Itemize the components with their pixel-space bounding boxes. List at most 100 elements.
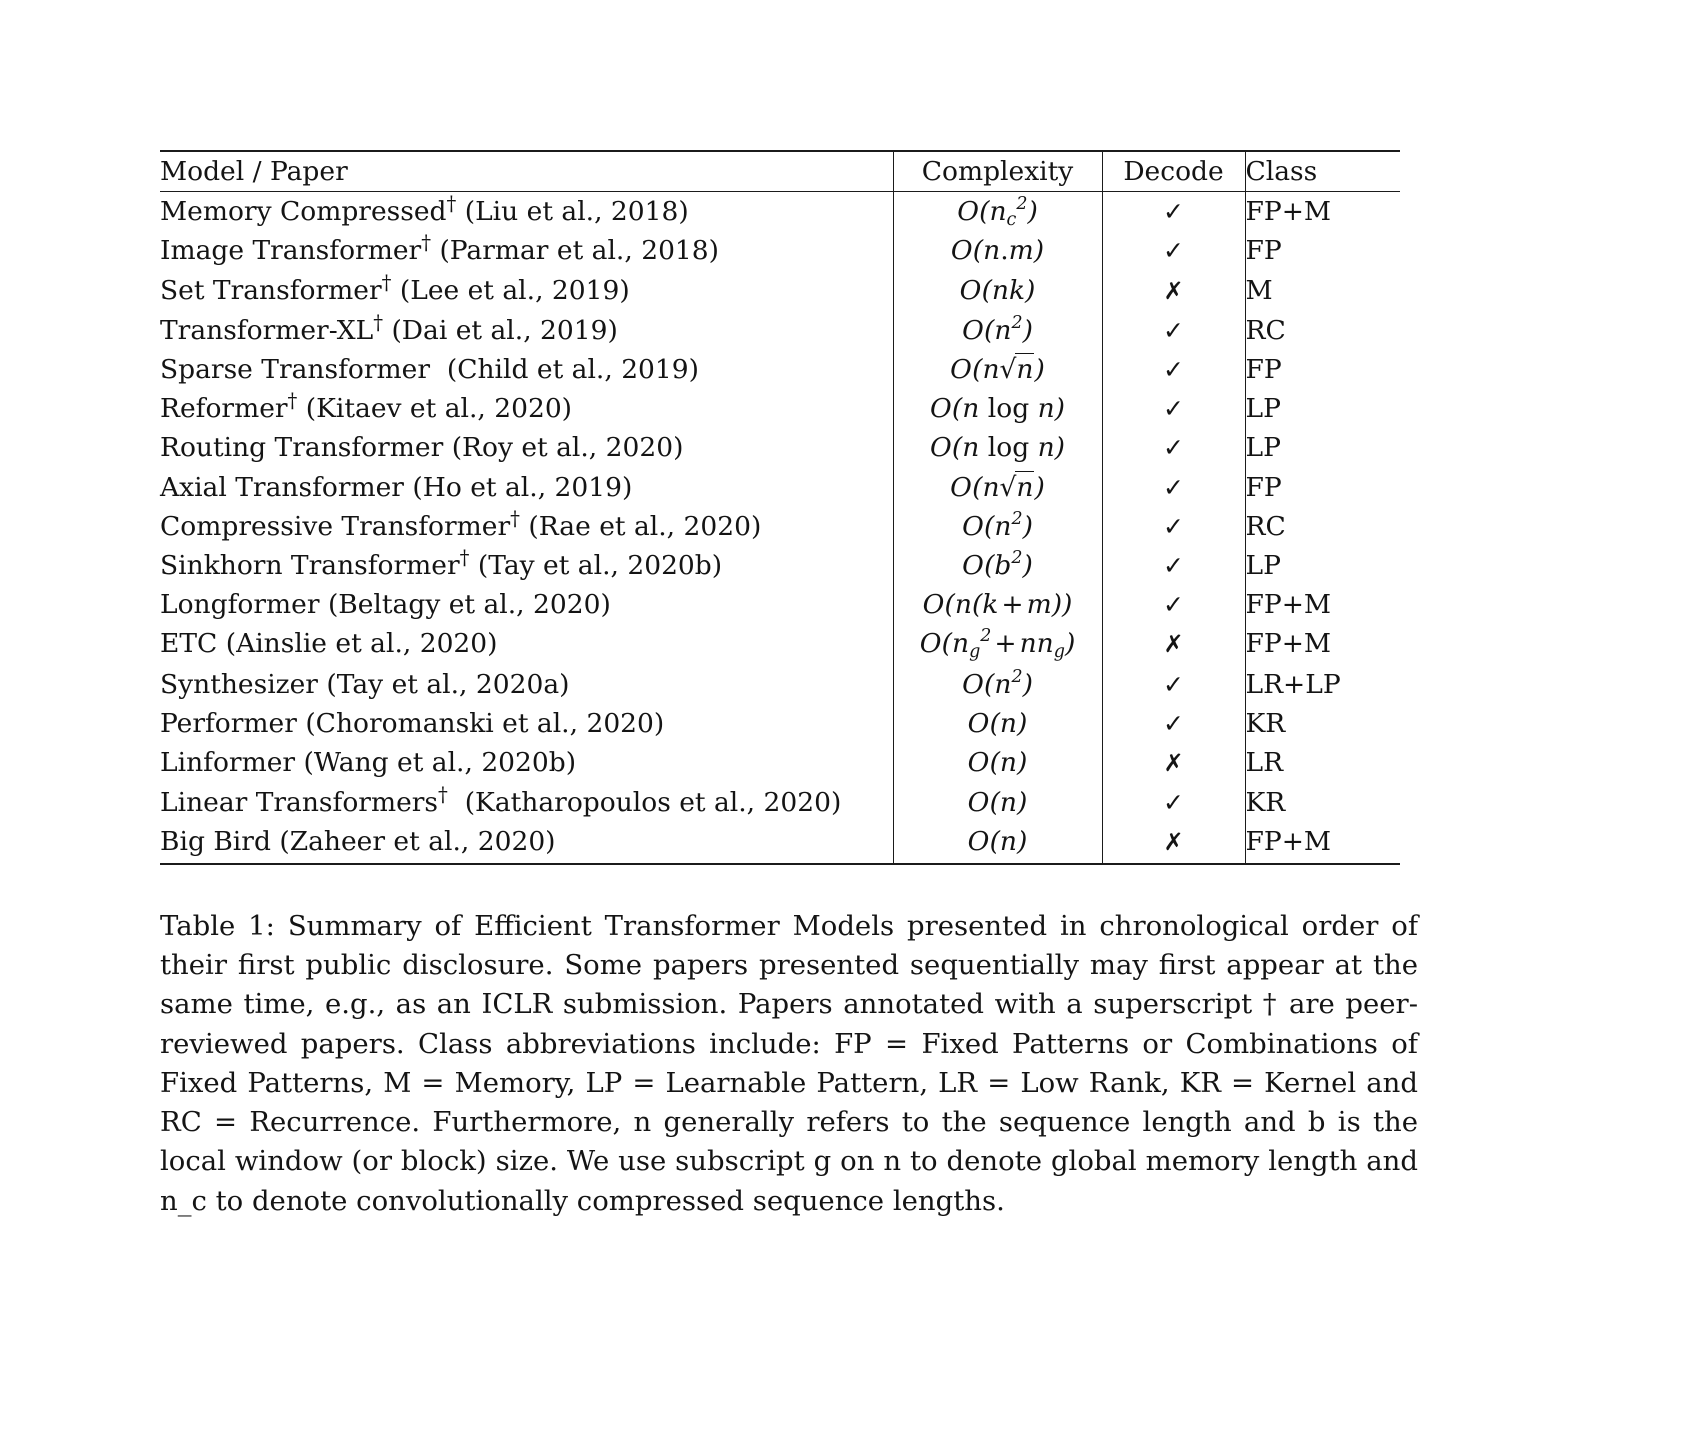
decode-mark: ✓ bbox=[1163, 394, 1184, 424]
table-row: Performer (Choromanski et al., 2020) O(n… bbox=[160, 703, 1400, 744]
cell-model: Reformer† (Kitaev et al., 2020) bbox=[160, 389, 893, 428]
model-name: Set Transformer bbox=[160, 274, 382, 306]
dagger-marker: † bbox=[287, 389, 298, 413]
cell-complexity: O(n.m) bbox=[892, 231, 1102, 271]
decode-mark: ✓ bbox=[1163, 315, 1184, 345]
cell-model: Synthesizer (Tay et al., 2020a) bbox=[160, 665, 893, 704]
table-row: Linformer (Wang et al., 2020b) O(n) ✗ LR bbox=[160, 743, 1400, 784]
table-row: Image Transformer† (Parmar et al., 2018)… bbox=[160, 231, 1400, 271]
cell-complexity: O(n2) bbox=[892, 310, 1102, 351]
model-name: Memory Compressed bbox=[160, 196, 447, 228]
cell-decode: ✓ bbox=[1101, 231, 1245, 271]
table-header-row: Model / Paper Complexity Decode Class bbox=[160, 151, 1400, 192]
citation: (Roy et al., 2020) bbox=[451, 432, 684, 464]
decode-mark: ✓ bbox=[1163, 788, 1184, 818]
cell-decode: ✓ bbox=[1101, 506, 1245, 547]
table-row: Axial Transformer (Ho et al., 2019) O(n√… bbox=[160, 467, 1400, 507]
decode-mark: ✓ bbox=[1163, 590, 1184, 620]
decode-mark: ✗ bbox=[1163, 276, 1184, 305]
cell-class: FP bbox=[1244, 231, 1400, 271]
citation: (Beltagy et al., 2020) bbox=[327, 589, 611, 621]
model-name: Sparse Transformer bbox=[160, 354, 431, 386]
table-row: Transformer-XL† (Dai et al., 2019) O(n2)… bbox=[160, 310, 1400, 351]
citation: (Child et al., 2019) bbox=[446, 354, 699, 386]
decode-mark: ✓ bbox=[1163, 472, 1184, 502]
column-header-model: Model / Paper bbox=[160, 156, 348, 187]
dagger-marker: † bbox=[381, 270, 392, 294]
table-row: Synthesizer (Tay et al., 2020a) O(n2) ✓ … bbox=[160, 664, 1400, 704]
model-name: Sinkhorn Transformer bbox=[160, 550, 460, 582]
cell-decode: ✓ bbox=[1101, 664, 1245, 704]
cell-class: KR bbox=[1244, 783, 1400, 823]
cell-model: Routing Transformer (Roy et al., 2020) bbox=[160, 428, 893, 467]
decode-mark: ✗ bbox=[1163, 828, 1184, 857]
model-name: Image Transformer bbox=[160, 235, 422, 267]
table-row: Memory Compressed† (Liu et al., 2018) O(… bbox=[160, 191, 1400, 232]
cell-complexity: O(n) bbox=[892, 703, 1102, 744]
cell-decode: ✓ bbox=[1101, 546, 1245, 586]
cell-decode: ✓ bbox=[1101, 585, 1245, 625]
cell-class: LR+LP bbox=[1244, 664, 1400, 704]
cell-model: Sparse Transformer (Child et al., 2019) bbox=[160, 350, 893, 389]
model-name: Synthesizer bbox=[160, 668, 318, 700]
table-row: Reformer† (Kitaev et al., 2020) O(n log … bbox=[160, 389, 1400, 429]
cell-decode: ✓ bbox=[1101, 389, 1245, 429]
cell-decode: ✗ bbox=[1101, 822, 1245, 864]
cell-decode: ✗ bbox=[1101, 624, 1245, 665]
decode-mark: ✗ bbox=[1163, 630, 1184, 659]
decode-mark: ✓ bbox=[1163, 511, 1184, 541]
model-name: Linear Transformers bbox=[160, 787, 439, 819]
cell-decode: ✓ bbox=[1101, 310, 1245, 351]
cell-complexity: O(n) bbox=[892, 783, 1102, 823]
cell-complexity: O(n√n) bbox=[892, 467, 1102, 507]
model-name: Performer bbox=[160, 707, 297, 739]
efficient-transformers-table: Model / Paper Complexity Decode Class Me… bbox=[160, 150, 1400, 865]
dagger-marker: † bbox=[459, 546, 470, 570]
cell-complexity: O(n(k + m)) bbox=[892, 585, 1102, 625]
citation: (Zaheer et al., 2020) bbox=[279, 826, 556, 858]
citation: (Kitaev et al., 2020) bbox=[305, 393, 573, 425]
citation: (Dai et al., 2019) bbox=[391, 314, 618, 346]
decode-mark: ✓ bbox=[1163, 197, 1184, 227]
caption-text: Summary of Efficient Transformer Models … bbox=[160, 909, 1419, 1217]
table-row: Linear Transformers† (Katharopoulos et a… bbox=[160, 783, 1400, 823]
model-name: Transformer-XL bbox=[160, 314, 374, 346]
citation: (Lee et al., 2019) bbox=[399, 274, 630, 306]
cell-model: Image Transformer† (Parmar et al., 2018) bbox=[160, 231, 893, 270]
cell-class: FP+M bbox=[1244, 191, 1400, 232]
cell-class: KR bbox=[1244, 703, 1400, 744]
cell-class: RC bbox=[1244, 506, 1400, 547]
table-header: Model / Paper Complexity Decode Class bbox=[160, 151, 1400, 192]
caption-paragraph: Table 1: Summary of Efficient Transforme… bbox=[160, 907, 1418, 1221]
cell-model: Linformer (Wang et al., 2020b) bbox=[160, 743, 893, 783]
table-row: Set Transformer† (Lee et al., 2019) O(nk… bbox=[160, 270, 1400, 311]
cell-model: Memory Compressed† (Liu et al., 2018) bbox=[160, 192, 893, 232]
table-row: Compressive Transformer† (Rae et al., 20… bbox=[160, 506, 1400, 547]
cell-model: Longformer (Beltagy et al., 2020) bbox=[160, 585, 893, 624]
model-name: Big Bird bbox=[160, 826, 271, 858]
cell-class: LP bbox=[1244, 546, 1400, 586]
column-header-class: Class bbox=[1244, 151, 1400, 192]
dagger-marker: † bbox=[421, 231, 431, 255]
table-caption: Table 1: Summary of Efficient Transforme… bbox=[160, 907, 1418, 1221]
model-name: Linformer bbox=[160, 747, 296, 779]
decode-mark: ✓ bbox=[1163, 433, 1184, 463]
table-row: Sinkhorn Transformer† (Tay et al., 2020b… bbox=[160, 546, 1400, 586]
cell-complexity: O(n) bbox=[892, 743, 1102, 784]
column-header-complexity: Complexity bbox=[892, 151, 1102, 192]
cell-complexity: O(n) bbox=[892, 822, 1102, 864]
dagger-marker: † bbox=[446, 192, 457, 216]
table-row: ETC (Ainslie et al., 2020) O(ng2 + nng) ✗ … bbox=[160, 624, 1400, 665]
citation: (Tay et al., 2020a) bbox=[326, 668, 570, 700]
caption-label: Table 1: bbox=[160, 909, 275, 942]
decode-mark: ✓ bbox=[1163, 551, 1184, 581]
citation: (Parmar et al., 2018) bbox=[439, 235, 719, 267]
cell-decode: ✗ bbox=[1101, 743, 1245, 784]
table-row: Longformer (Beltagy et al., 2020) O(n(k +… bbox=[160, 585, 1400, 625]
cell-model: Linear Transformers† (Katharopoulos et a… bbox=[160, 783, 893, 822]
column-header-decode: Decode bbox=[1101, 151, 1245, 192]
model-name: Routing Transformer bbox=[160, 432, 444, 464]
citation: (Tay et al., 2020b) bbox=[477, 550, 723, 582]
cell-decode: ✓ bbox=[1101, 783, 1245, 823]
cell-decode: ✓ bbox=[1101, 191, 1245, 232]
